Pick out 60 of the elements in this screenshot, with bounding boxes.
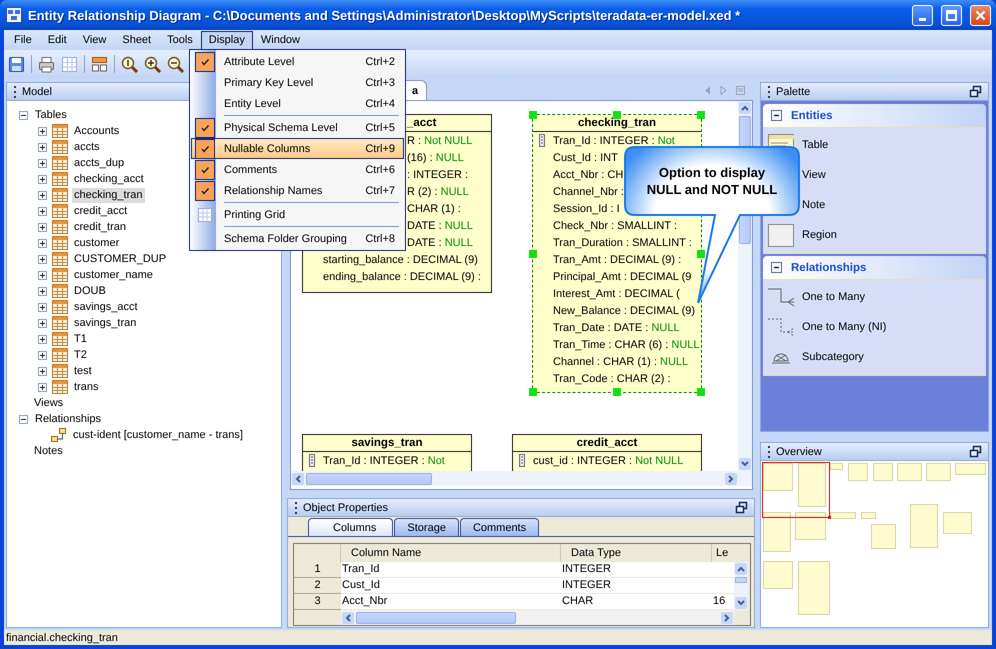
panel-title: Model [22,86,52,98]
column-definition: DATE : NULL [407,236,473,248]
shortcut-text: Ctrl+5 [365,122,396,134]
column-definition: Tran_Id : INTEGER : Not [553,134,675,146]
window-title: Entity Relationship Diagram - C:\Documents and Settings\Administrator\Desktop\MyScripts\teradata-er-model.xed * [28,8,740,22]
panel-title: Palette [776,86,810,98]
table-cell: Cust_Id [341,578,561,594]
callout-text: Option to display NULL and NOT NULL [646,164,778,198]
column-definition: starting_balance : DECIMAL (9) [323,254,478,266]
section-title: Relationships [791,262,866,274]
column-definition: Tran_Code : CHAR (2) : [553,372,671,384]
shortcut-text: Ctrl+2 [365,56,396,68]
column-definition: R : Not NULL [407,134,472,146]
panel-title: Overview [776,446,822,458]
table-cell: INTEGER [561,562,712,578]
column-definition: cust_id : INTEGER : Not NULL [533,454,684,466]
column-definition: Tran_Time : CHAR (6) : NULL [553,338,700,350]
menu-label: Entity Level [224,98,281,110]
column-definition: Check_Nbr : SMALLINT : [553,220,677,232]
table-cell: INTEGER [561,578,712,594]
column-definition: New_Balance : DECIMAL (9) [553,304,696,316]
entity-title: savings_tran [303,435,471,452]
table-cell: Tran_Id [341,562,561,578]
menu-label: Relationship Names [224,184,322,196]
column-definition: : INTEGER : [407,168,468,180]
menu-label: Comments [224,164,278,176]
column-definition: Session_Id : I [553,202,620,214]
column-definition: CHAR (1) : [407,202,461,214]
menu-label: Printing Grid [224,208,286,220]
column-definition: Tran_Duration : SMALLINT : [553,236,692,248]
column-definition: ending_balance : DECIMAL (9) : [323,270,481,282]
shortcut-text: Ctrl+3 [365,76,396,88]
table-cell: 16 [712,594,734,610]
column-definition: Interest_Amt : DECIMAL ( [553,288,680,300]
shortcut-text: Ctrl+6 [365,164,396,176]
section-title: Entities [791,110,833,122]
shortcut-text: Ctrl+8 [365,232,396,244]
column-definition: Acct_Nbr : CH [553,168,624,180]
menu-label: Attribute Level [224,56,294,68]
shortcut-text: Ctrl+7 [365,184,396,196]
column-definition: Tran_Id : INTEGER : Not [323,454,445,466]
column-definition: (16) : NULL [407,152,464,164]
status-text: financial.checking_tran [6,632,118,644]
column-definition: Cust_Id : INT [553,152,618,164]
column-definition: Channel : CHAR (1) : NULL [553,356,688,368]
table-cell: Acct_Nbr [341,594,561,610]
menu-label: Schema Folder Grouping [224,232,347,244]
column-definition: DATE : NULL [407,220,473,232]
column-definition: Principal_Amt : DECIMAL (9 [553,270,692,282]
menu-label: Primary Key Level [224,76,314,88]
shortcut-text: Ctrl+4 [365,98,396,110]
panel-title: Object Properties [303,502,388,514]
column-definition: R (2) : NULL [407,186,469,198]
column-definition: Tran_Date : DATE : NULL [553,322,680,334]
table-cell: CHAR [561,594,712,610]
entity-title: credit_acct [513,435,701,452]
column-definition: Tran_Amt : DECIMAL (9) : [553,254,682,266]
column-definition: Channel_Nbr : [553,186,624,198]
menu-label: Nullable Columns [224,142,310,154]
shortcut-text: Ctrl+9 [365,142,396,154]
